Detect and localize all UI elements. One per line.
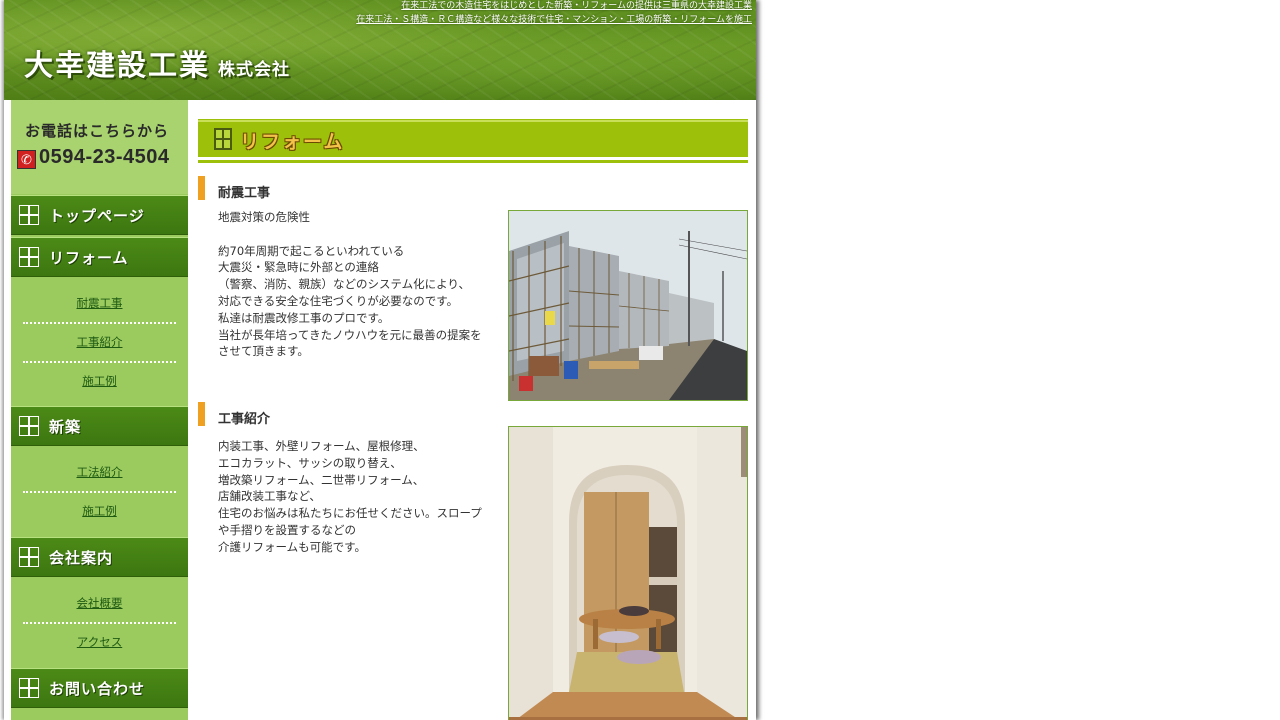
text-line: 店舗改装工事など、	[218, 489, 321, 504]
site-logo[interactable]: 大幸建設工業 株式会社	[24, 42, 290, 84]
nav-sub-item: 施工例	[11, 361, 188, 400]
nav-link-method-intro[interactable]: 工法紹介	[77, 464, 123, 480]
nav-square-icon	[19, 205, 39, 225]
section-heading-text: 工事紹介	[218, 412, 271, 427]
nav-sub-item: アクセス	[11, 622, 188, 661]
section-heading-text: 耐震工事	[218, 186, 271, 201]
phone-contact-box: お電話はこちらから ✆ 0594-23-4504	[11, 100, 188, 194]
title-bar-line	[198, 160, 748, 163]
phone-label: お電話はこちらから	[25, 122, 170, 140]
nav-reform[interactable]: リフォーム	[11, 237, 188, 277]
text-line: 住宅のお悩みは私たちにお任せください。スロープ	[218, 506, 482, 521]
phone-number: 0594-23-4504	[39, 146, 170, 168]
text-line: させて頂きます。	[218, 344, 309, 359]
page-title-bar: リフォーム	[198, 116, 748, 163]
nav-square-icon	[19, 247, 39, 267]
construction-site-illustration	[509, 211, 747, 400]
section-text-seismic: 地震対策の危険性 約70年周期で起こるといわれている 大震災・緊急時に外部との連…	[218, 209, 500, 360]
text-line: 対応できる安全な住宅づくりが必要なのです。	[218, 293, 459, 308]
interior-room-illustration	[509, 427, 747, 720]
text-line: 内装工事、外壁リフォーム、屋根修理、	[218, 439, 425, 453]
nav-link-newbuild-examples[interactable]: 施工例	[82, 503, 117, 519]
text-line: 大震災・緊急時に外部との連絡	[218, 260, 379, 275]
text-line: 約70年周期で起こるといわれている	[218, 243, 405, 258]
nav-sub-item: 会社概要	[11, 583, 188, 622]
heading-accent-bar	[198, 402, 205, 426]
text-line: 増改築リフォーム、二世帯リフォーム、	[218, 472, 425, 487]
text-line: や手摺りを設置するなどの	[218, 522, 356, 537]
text-line: エコカラット、サッシの取り替え、	[218, 455, 402, 470]
page-container: 在来工法での木造住宅をはじめとした新築・リフォームの提供は三重県の大幸建設工業 …	[4, 0, 756, 720]
nav-sub-item: 施工例	[11, 491, 188, 530]
nav-label: 会社案内	[49, 549, 114, 567]
interior-room-photo	[508, 426, 748, 720]
heading-accent-bar	[198, 176, 205, 200]
nav-square-icon	[19, 547, 39, 567]
nav-link-work-intro[interactable]: 工事紹介	[77, 334, 123, 350]
text-line: 当社が長年培ってきたノウハウを元に最善の提案を	[218, 327, 482, 342]
header-tagline-2[interactable]: 在来工法・Ｓ構造・ＲＣ構造など様々な技術で住宅・マンション・工場の新築・リフォー…	[356, 14, 752, 26]
nav-top-page[interactable]: トップページ	[11, 195, 188, 235]
nav-sub-item: 工法紹介	[11, 452, 188, 491]
sidebar: お電話はこちらから ✆ 0594-23-4504 トップページ リフォーム 耐震…	[11, 100, 188, 720]
text-line: （警察、消防、親族）などのシステム化により、	[218, 277, 470, 292]
logo-sub-text: 株式会社	[218, 60, 291, 80]
site-header: 在来工法での木造住宅をはじめとした新築・リフォームの提供は三重県の大幸建設工業 …	[4, 0, 756, 100]
text-line	[218, 226, 500, 243]
nav-company[interactable]: 会社案内	[11, 537, 188, 577]
nav-label: お問い合わせ	[49, 680, 146, 698]
header-tagline-1[interactable]: 在来工法での木造住宅をはじめとした新築・リフォームの提供は三重県の大幸建設工業	[401, 0, 752, 12]
phone-icon: ✆	[17, 150, 36, 169]
nav-link-access[interactable]: アクセス	[77, 634, 122, 650]
title-square-icon	[214, 128, 232, 150]
nav-square-icon	[19, 678, 39, 698]
nav-label: 新築	[49, 418, 82, 436]
nav-sub-item: 耐震工事	[11, 283, 188, 322]
text-line: 介護リフォームも可能です。	[218, 539, 367, 554]
page-title: リフォーム	[240, 131, 345, 153]
construction-site-photo	[508, 210, 748, 401]
nav-label: トップページ	[49, 207, 145, 225]
title-bar-line	[198, 120, 748, 122]
nav-link-seismic-work[interactable]: 耐震工事	[77, 295, 123, 311]
nav-sub-item: 工事紹介	[11, 322, 188, 361]
text-line: 地震対策の危険性	[218, 210, 310, 224]
nav-label: リフォーム	[49, 249, 129, 267]
text-line: 私達は耐震改修工事のプロです。	[218, 310, 390, 325]
section-text-work-intro: 内装工事、外壁リフォーム、屋根修理、 エコカラット、サッシの取り替え、 増改築リ…	[218, 438, 500, 556]
nav-contact[interactable]: お問い合わせ	[11, 668, 188, 708]
nav-link-company-profile[interactable]: 会社概要	[77, 595, 123, 611]
logo-main-text: 大幸建設工業	[24, 48, 211, 82]
nav-square-icon	[19, 416, 39, 436]
nav-link-reform-examples[interactable]: 施工例	[82, 373, 117, 389]
nav-new-build[interactable]: 新築	[11, 406, 188, 446]
